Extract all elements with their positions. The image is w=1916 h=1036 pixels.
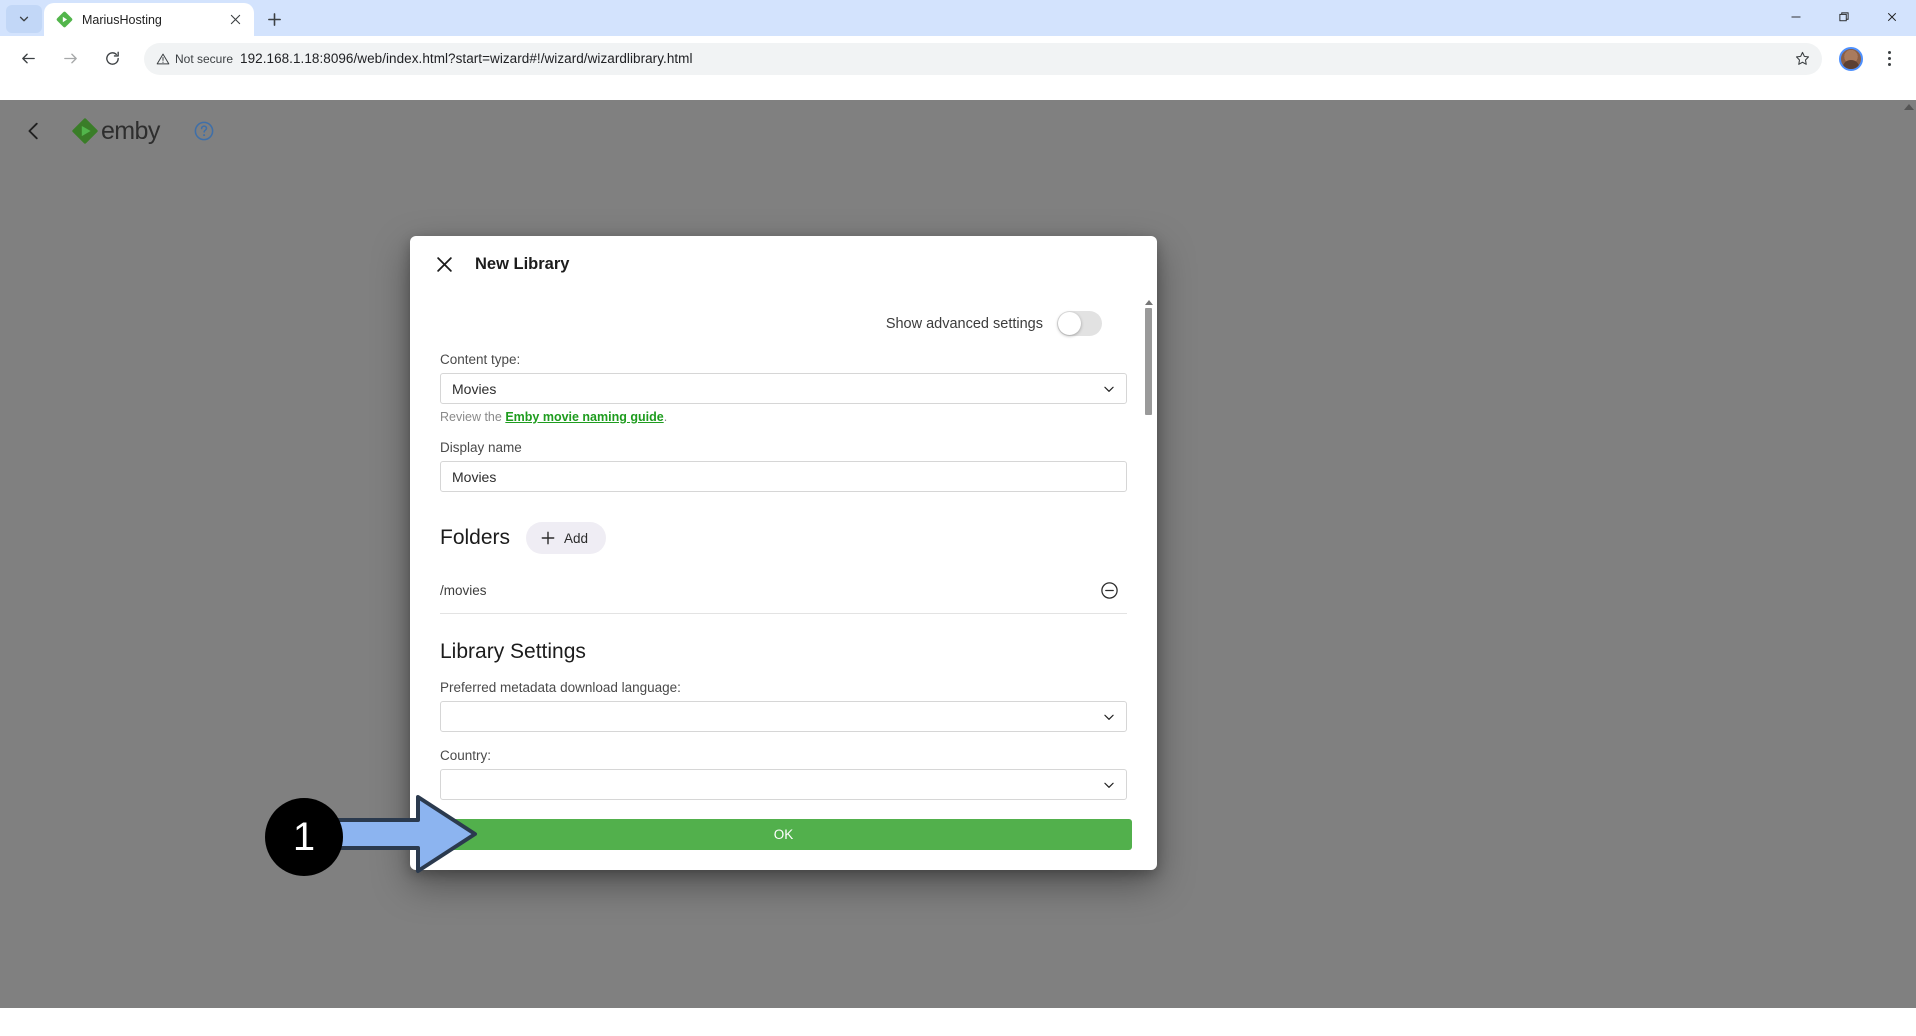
- country-select[interactable]: [440, 769, 1127, 800]
- profile-avatar: [1839, 46, 1863, 71]
- advanced-settings-toggle[interactable]: [1057, 311, 1102, 336]
- emby-logo: emby: [70, 116, 160, 146]
- reload-icon: [105, 51, 119, 65]
- remove-folder-button[interactable]: [1097, 579, 1121, 603]
- content-type-value: Movies: [452, 380, 497, 397]
- folder-path: /movies: [440, 583, 487, 598]
- three-dot-menu-icon: [1887, 62, 1891, 66]
- tab-search-button[interactable]: [6, 5, 42, 33]
- dialog-close-button[interactable]: [430, 250, 458, 278]
- folders-header: Folders Add: [440, 522, 1127, 554]
- metadata-language-field: Preferred metadata download language:: [440, 680, 1127, 732]
- forward-button[interactable]: [54, 43, 86, 75]
- chevron-down-icon: [1104, 782, 1114, 788]
- window-controls: [1772, 0, 1916, 36]
- new-library-dialog: New Library Show advanced settings Conte…: [410, 236, 1157, 870]
- emby-favicon: [56, 11, 73, 28]
- close-icon: [230, 14, 240, 25]
- dialog-footer: OK: [410, 809, 1157, 870]
- security-label: Not secure: [175, 51, 234, 66]
- display-name-label: Display name: [440, 440, 522, 455]
- address-bar[interactable]: Not secure 192.168.1.18:8096/web/index.h…: [144, 42, 1822, 75]
- dialog-header: New Library: [410, 236, 1157, 292]
- scroll-up-arrow-icon[interactable]: [1145, 300, 1153, 305]
- close-icon: [436, 256, 452, 272]
- dialog-scrollbar-thumb[interactable]: [1145, 308, 1152, 415]
- ok-button[interactable]: OK: [435, 819, 1132, 850]
- arrow-back-icon: [21, 53, 35, 64]
- scroll-up-arrow-icon[interactable]: [1904, 104, 1914, 110]
- page-viewport: emby New Library Show advanced settings …: [0, 82, 1916, 1036]
- ok-button-label: OK: [773, 827, 794, 842]
- plus-icon: [541, 531, 555, 545]
- naming-guide-prefix: Review the: [440, 410, 506, 424]
- display-name-value: Movies: [452, 468, 497, 485]
- add-folder-button[interactable]: Add: [526, 522, 607, 554]
- bookmark-button[interactable]: [1788, 45, 1816, 73]
- naming-guide-suffix: .: [663, 410, 668, 424]
- metadata-language-select[interactable]: [440, 701, 1127, 732]
- emby-naming-guide-link[interactable]: Emby movie naming guide: [505, 410, 663, 424]
- minus-circle-icon: [1100, 582, 1118, 599]
- tab-title: MariusHosting: [82, 12, 162, 27]
- browser-window: MariusHosting Not secure 192.168.1.18:80…: [0, 0, 1916, 1036]
- browser-toolbar: Not secure 192.168.1.18:8096/web/index.h…: [0, 36, 1916, 82]
- question-mark-circle-icon: [194, 121, 214, 141]
- chevron-down-icon: [1104, 714, 1114, 720]
- three-dot-menu-icon: [1887, 51, 1891, 55]
- three-dot-menu-icon: [1887, 57, 1891, 60]
- content-type-field: Content type: Movies Review the Emby mov…: [440, 352, 1127, 424]
- chevron-down-icon: [19, 16, 29, 22]
- toggle-knob: [1058, 312, 1081, 335]
- chevron-down-icon: [1104, 386, 1114, 392]
- arrow-forward-icon: [63, 53, 77, 64]
- advanced-settings-row: Show advanced settings: [440, 292, 1127, 336]
- page-scrollbar[interactable]: [1902, 100, 1916, 1008]
- tab-strip: MariusHosting: [0, 0, 1916, 36]
- display-name-field: Display name Movies: [440, 440, 1127, 492]
- folder-list-item[interactable]: /movies: [440, 568, 1127, 614]
- content-type-label: Content type:: [440, 352, 521, 367]
- help-button[interactable]: [190, 117, 218, 145]
- dialog-title: New Library: [475, 254, 570, 273]
- close-icon: [1887, 12, 1897, 22]
- folders-title: Folders: [440, 526, 511, 549]
- minimize-icon: [1791, 16, 1801, 18]
- advanced-settings-label: Show advanced settings: [885, 315, 1043, 332]
- display-name-input[interactable]: Movies: [440, 461, 1127, 492]
- new-tab-button[interactable]: [260, 5, 288, 33]
- restore-button[interactable]: [1820, 0, 1868, 34]
- naming-guide-text: Review the Emby movie naming guide.: [440, 410, 1127, 424]
- emby-wordmark: emby: [101, 116, 160, 145]
- library-settings-title: Library Settings: [440, 640, 586, 663]
- emby-app-header: emby: [0, 100, 1902, 162]
- profile-button[interactable]: [1836, 44, 1866, 74]
- metadata-language-label: Preferred metadata download language:: [440, 680, 681, 695]
- chevron-left-icon: [28, 122, 38, 140]
- add-folder-label: Add: [564, 530, 589, 546]
- tab-close-button[interactable]: [226, 11, 244, 29]
- content-type-select[interactable]: Movies: [440, 373, 1127, 404]
- country-field: Country:: [440, 748, 1127, 800]
- back-button[interactable]: [12, 43, 44, 75]
- browser-menu-button[interactable]: [1874, 44, 1904, 74]
- restore-icon: [1839, 12, 1849, 22]
- browser-tab[interactable]: MariusHosting: [44, 3, 254, 36]
- dialog-body: Show advanced settings Content type: Mov…: [410, 292, 1157, 809]
- page-bottom-strip: [0, 1008, 1916, 1036]
- url-text: 192.168.1.18:8096/web/index.html?start=w…: [240, 51, 693, 66]
- emby-logo-icon: [72, 118, 98, 144]
- security-status[interactable]: Not secure: [156, 52, 233, 66]
- close-window-button[interactable]: [1868, 0, 1916, 34]
- warning-triangle-icon: [156, 53, 170, 64]
- country-label: Country:: [440, 748, 492, 763]
- reload-button[interactable]: [96, 43, 128, 75]
- star-icon: [1795, 51, 1809, 65]
- minimize-button[interactable]: [1772, 0, 1820, 34]
- app-back-button[interactable]: [14, 111, 54, 151]
- plus-icon: [267, 12, 281, 26]
